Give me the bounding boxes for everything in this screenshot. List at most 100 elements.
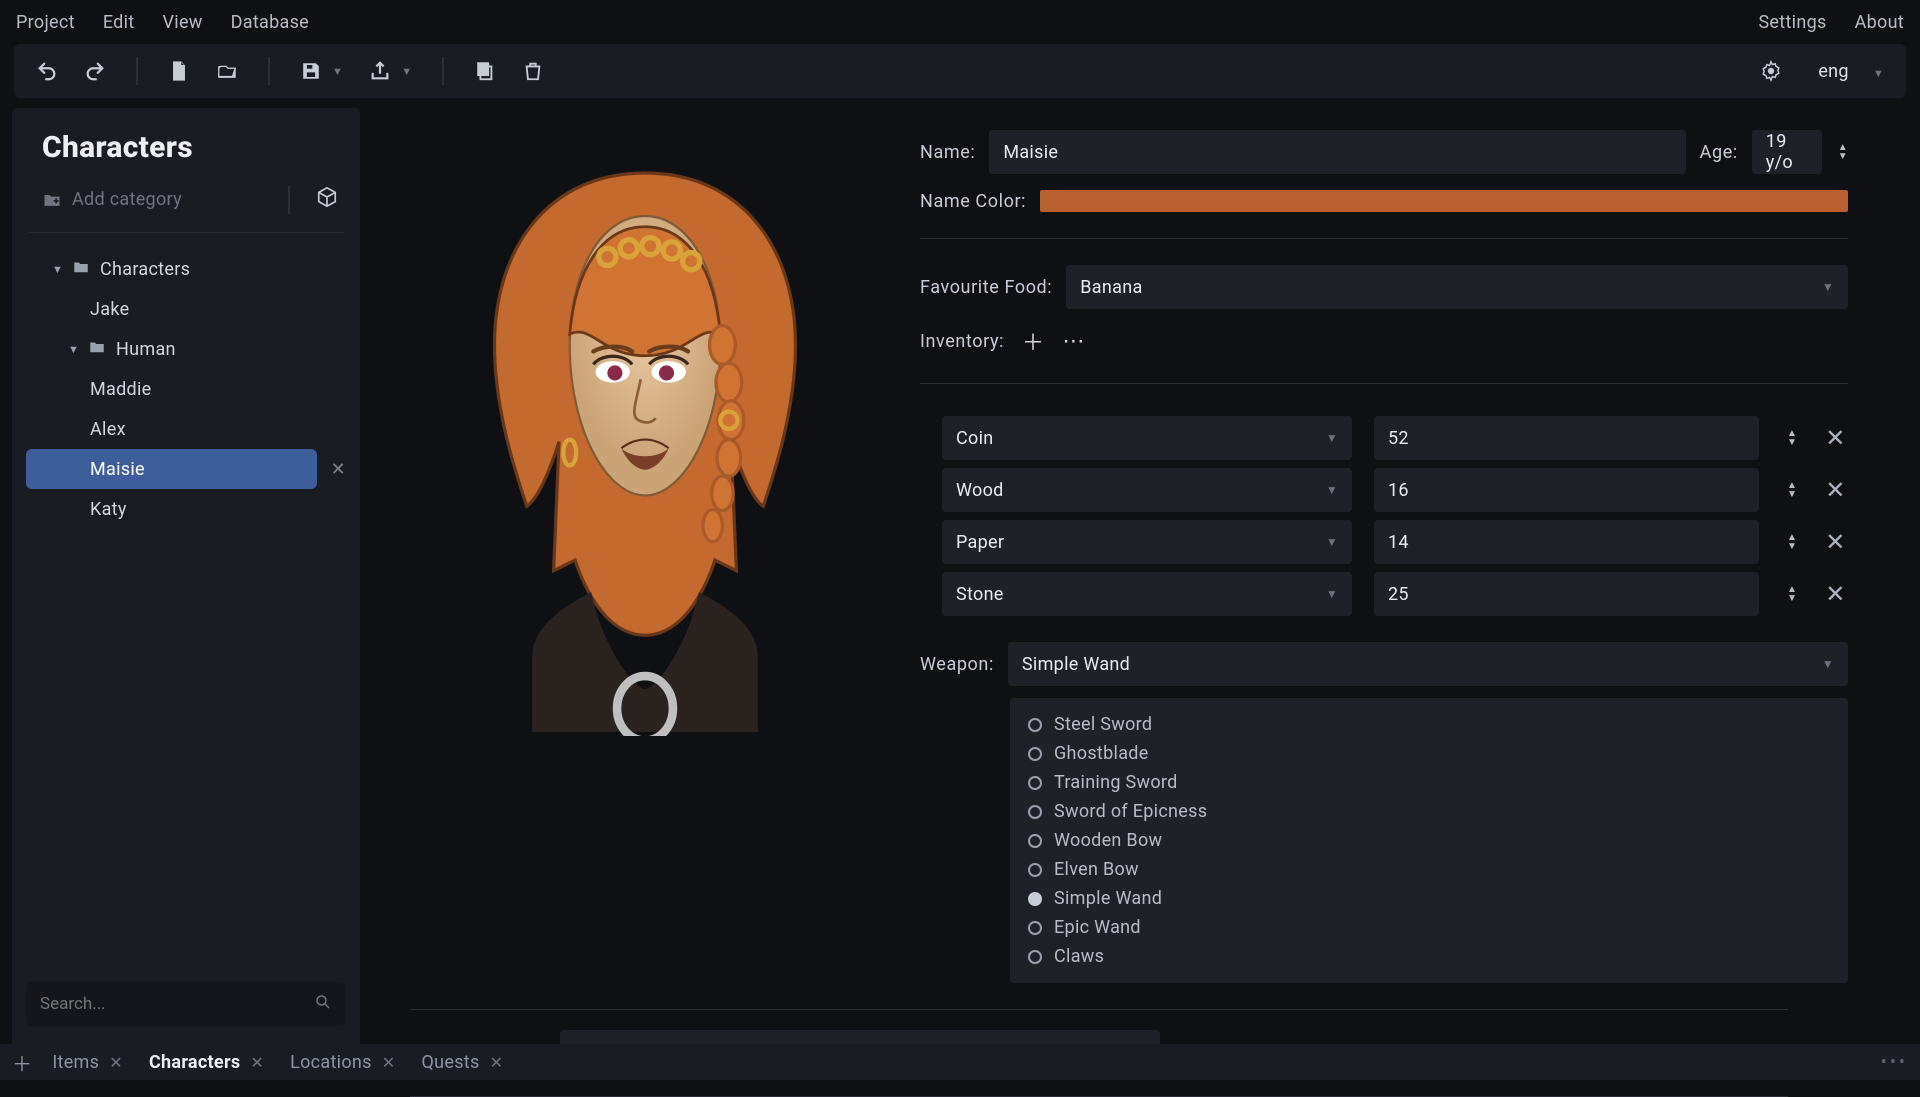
add-tab-button[interactable]: ＋ — [12, 1048, 32, 1077]
weapon-option[interactable]: Elven Bow — [1028, 859, 1830, 880]
open-folder-button[interactable] — [216, 60, 238, 82]
tree-folder-human[interactable]: ▼ Human — [26, 329, 346, 369]
qty-down-button[interactable]: ▼ — [1787, 543, 1797, 551]
tab-quests[interactable]: Quests✕ — [415, 1052, 509, 1073]
menu-edit[interactable]: Edit — [103, 12, 135, 33]
chevron-down-icon: ▼ — [1326, 483, 1338, 497]
tree-item-jake[interactable]: Jake — [26, 289, 346, 329]
radio-icon — [1028, 747, 1042, 761]
menu-about[interactable]: About — [1855, 12, 1904, 33]
export-button[interactable]: ▼ — [369, 60, 412, 82]
sidebar-search[interactable] — [26, 982, 346, 1026]
inventory-qty-input[interactable]: 16 — [1374, 468, 1759, 512]
inventory-item-dropdown[interactable]: Stone▼ — [942, 572, 1352, 616]
inventory-list: Coin▼ 52 ▲▼ ✕ Wood▼ 16 ▲▼ ✕ Paper▼ 14 — [920, 416, 1848, 616]
settings-gear-button[interactable] — [1760, 60, 1782, 82]
radio-checked-icon — [1028, 892, 1042, 906]
undo-button[interactable] — [36, 60, 58, 82]
weapon-options-panel: Steel Sword Ghostblade Training Sword Sw… — [1010, 698, 1848, 983]
weapon-option[interactable]: Steel Sword — [1028, 714, 1830, 735]
inventory-remove-button[interactable]: ✕ — [1825, 476, 1845, 504]
qty-down-button[interactable]: ▼ — [1787, 439, 1797, 447]
weapon-option[interactable]: Simple Wand — [1028, 888, 1830, 909]
weapon-option[interactable]: Ghostblade — [1028, 743, 1830, 764]
more-tabs-button[interactable]: ••• — [1881, 1052, 1908, 1073]
folder-icon — [88, 338, 106, 361]
chevron-down-icon: ▼ — [1326, 587, 1338, 601]
qty-down-button[interactable]: ▼ — [1787, 595, 1797, 603]
tree-item-maisie[interactable]: Maisie — [26, 449, 317, 489]
menu-database[interactable]: Database — [231, 12, 309, 33]
menu-bar: Project Edit View Database Settings Abou… — [0, 0, 1920, 44]
qty-down-button[interactable]: ▼ — [1787, 491, 1797, 499]
age-label: Age: — [1700, 142, 1738, 163]
weapon-option[interactable]: Wooden Bow — [1028, 830, 1830, 851]
save-button[interactable]: ▼ — [300, 60, 343, 82]
language-selector[interactable]: eng▼ — [1818, 61, 1884, 82]
chevron-down-icon: ▼ — [52, 263, 62, 276]
close-icon[interactable]: ✕ — [490, 1053, 504, 1072]
menu-settings[interactable]: Settings — [1758, 12, 1826, 33]
fav-food-dropdown[interactable]: Banana▼ — [1066, 265, 1848, 309]
tab-items[interactable]: Items✕ — [46, 1052, 129, 1073]
inventory-item-dropdown[interactable]: Wood▼ — [942, 468, 1352, 512]
tree-item-katy[interactable]: Katy — [26, 489, 346, 529]
weapon-label: Weapon: — [920, 654, 994, 675]
inventory-qty-input[interactable]: 14 — [1374, 520, 1759, 564]
radio-icon — [1028, 863, 1042, 877]
weapon-option[interactable]: Epic Wand — [1028, 917, 1830, 938]
package-button[interactable] — [316, 186, 338, 213]
delete-button[interactable] — [522, 60, 544, 82]
redo-button[interactable] — [84, 60, 106, 82]
chevron-down-icon: ▼ — [1873, 67, 1884, 80]
inventory-item-dropdown[interactable]: Paper▼ — [942, 520, 1352, 564]
weapon-option[interactable]: Training Sword — [1028, 772, 1830, 793]
inventory-row: Wood▼ 16 ▲▼ ✕ — [942, 468, 1848, 512]
tree-item-close-button[interactable]: ✕ — [331, 459, 346, 480]
tree-item-maddie[interactable]: Maddie — [26, 369, 346, 409]
inventory-remove-button[interactable]: ✕ — [1825, 528, 1845, 556]
characters-sidebar: Characters Add category ▼ Characters Jak… — [12, 108, 360, 1048]
chevron-down-icon: ▼ — [401, 65, 412, 78]
menu-project[interactable]: Project — [16, 12, 75, 33]
tab-locations[interactable]: Locations✕ — [284, 1052, 401, 1073]
name-input[interactable]: Maisie — [989, 130, 1685, 174]
new-file-button[interactable] — [168, 60, 190, 82]
chevron-down-icon: ▼ — [1326, 431, 1338, 445]
radio-icon — [1028, 805, 1042, 819]
name-color-swatch[interactable] — [1040, 190, 1848, 212]
add-category-button[interactable]: Add category — [34, 183, 190, 216]
close-icon[interactable]: ✕ — [382, 1053, 396, 1072]
inventory-remove-button[interactable]: ✕ — [1825, 424, 1845, 452]
close-icon[interactable]: ✕ — [109, 1053, 123, 1072]
inventory-more-button[interactable]: ⋯ — [1062, 329, 1084, 354]
menu-view[interactable]: View — [163, 12, 203, 33]
copy-button[interactable] — [474, 60, 496, 82]
bottom-tab-bar: ＋ Items✕ Characters✕ Locations✕ Quests✕ … — [0, 1044, 1920, 1080]
chevron-down-icon: ▼ — [1822, 657, 1834, 671]
add-category-label: Add category — [72, 189, 182, 210]
search-input[interactable] — [40, 994, 314, 1014]
tab-characters[interactable]: Characters✕ — [143, 1052, 270, 1073]
close-icon[interactable]: ✕ — [250, 1053, 264, 1072]
sidebar-title: Characters — [12, 130, 360, 183]
inventory-remove-button[interactable]: ✕ — [1825, 580, 1845, 608]
add-folder-icon — [42, 190, 62, 210]
radio-icon — [1028, 718, 1042, 732]
weapon-dropdown[interactable]: Simple Wand▼ — [1008, 642, 1848, 686]
age-down-button[interactable]: ▼ — [1838, 153, 1848, 161]
tree-item-alex[interactable]: Alex — [26, 409, 346, 449]
radio-icon — [1028, 776, 1042, 790]
tree-folder-characters[interactable]: ▼ Characters — [26, 249, 346, 289]
weapon-option[interactable]: Claws — [1028, 946, 1830, 967]
inventory-item-dropdown[interactable]: Coin▼ — [942, 416, 1352, 460]
name-color-label: Name Color: — [920, 191, 1026, 212]
inventory-row: Coin▼ 52 ▲▼ ✕ — [942, 416, 1848, 460]
weapon-option[interactable]: Sword of Epicness — [1028, 801, 1830, 822]
age-input[interactable]: 19 y/o — [1752, 130, 1822, 174]
inventory-qty-input[interactable]: 52 — [1374, 416, 1759, 460]
radio-icon — [1028, 950, 1042, 964]
inventory-add-button[interactable]: ＋ — [1022, 325, 1044, 357]
inventory-qty-input[interactable]: 25 — [1374, 572, 1759, 616]
chevron-down-icon: ▼ — [68, 343, 78, 356]
